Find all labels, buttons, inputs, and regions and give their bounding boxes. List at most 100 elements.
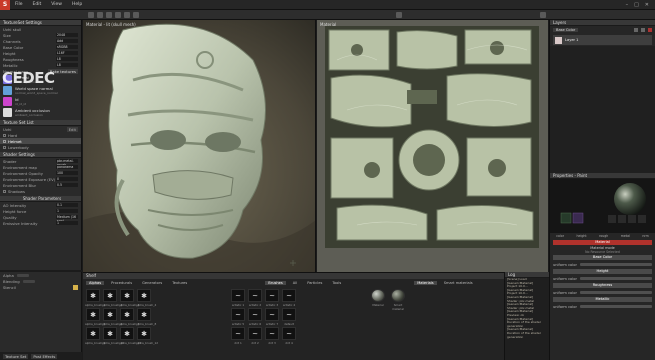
brush-thumbnail[interactable]: ~ xyxy=(231,308,245,321)
alpha-thumbnail[interactable]: ✱ xyxy=(137,289,151,302)
channel-toggle[interactable]: nrm xyxy=(642,234,648,238)
param-value[interactable]: L8 xyxy=(56,57,78,61)
tab-materials[interactable]: Materials xyxy=(414,280,437,285)
brush-thumbnail[interactable]: ~ xyxy=(282,289,296,302)
alpha-thumbnail[interactable]: ✱ xyxy=(103,289,117,302)
channel-toggle[interactable]: height xyxy=(576,234,586,238)
metallic-value[interactable]: uniform color xyxy=(550,303,655,310)
shader-row-value[interactable]: 100 xyxy=(56,171,78,175)
brush-thumbnail[interactable]: ~ xyxy=(248,327,262,340)
value-slider[interactable] xyxy=(579,291,652,294)
alpha-thumbnail[interactable]: ✱ xyxy=(137,327,151,340)
shader-row[interactable]: Shadows xyxy=(0,188,81,194)
tab-alphas[interactable]: Alphas xyxy=(86,280,105,285)
shader-param-value[interactable]: 1 xyxy=(56,221,78,225)
value-slider[interactable] xyxy=(579,305,652,308)
clone-tool-icon[interactable] xyxy=(124,12,130,18)
menu-view[interactable]: View xyxy=(46,2,67,7)
shader-param-value[interactable]: 0.1 xyxy=(56,203,78,207)
view-mode-icon[interactable] xyxy=(396,12,402,18)
alpha-thumbnail[interactable]: ✱ xyxy=(103,327,117,340)
value-slider[interactable] xyxy=(579,263,652,266)
brush-thumbnail[interactable]: ~ xyxy=(248,308,262,321)
blending-slider[interactable] xyxy=(22,279,35,283)
map-slot-id[interactable]: Id id_id_id xyxy=(0,96,81,107)
param-value[interactable]: L16F xyxy=(56,51,78,55)
alpha-thumbnail[interactable]: ✱ xyxy=(120,327,134,340)
viewport-3d[interactable]: Material - lit (skull mesh) xyxy=(83,20,316,272)
param-value[interactable]: 2048 xyxy=(56,33,78,37)
param-value[interactable]: L8 xyxy=(56,63,78,67)
channel-toggle[interactable]: rough xyxy=(599,234,608,238)
stencil-swatch[interactable] xyxy=(73,284,78,290)
brush-thumbnail[interactable]: ~ xyxy=(282,308,296,321)
tab-textures[interactable]: Textures xyxy=(169,281,190,285)
param-value[interactable]: Add xyxy=(56,39,78,43)
tab-generators[interactable]: Generators xyxy=(139,281,165,285)
height-section[interactable]: Height xyxy=(553,269,652,274)
picker-tool-icon[interactable] xyxy=(133,12,139,18)
roughness-value[interactable]: uniform color xyxy=(550,289,655,296)
material-ball-thumbnail[interactable] xyxy=(391,289,405,302)
tab-all[interactable]: All xyxy=(290,281,300,285)
layer-row[interactable]: Layer 1 xyxy=(553,35,652,45)
add-folder-icon[interactable] xyxy=(641,28,645,32)
channel-toggle[interactable]: metal xyxy=(621,234,630,238)
shadows-checkbox[interactable] xyxy=(3,189,6,193)
brush-thumbnail[interactable]: ~ xyxy=(231,327,245,340)
eraser-tool-icon[interactable] xyxy=(97,12,103,18)
metallic-section[interactable]: Metallic xyxy=(553,297,652,302)
alpha-thumbnail[interactable]: ✱ xyxy=(86,327,100,340)
viewport-2d-uv[interactable]: Material xyxy=(317,20,548,272)
brush-thumbnail[interactable]: ~ xyxy=(282,327,296,340)
minimize-button[interactable]: – xyxy=(626,2,629,8)
alpha-slider[interactable] xyxy=(16,273,29,277)
brush-thumbnail[interactable]: ~ xyxy=(265,327,279,340)
tab-tools[interactable]: Tools xyxy=(329,281,344,285)
alpha-thumbnail[interactable]: ✱ xyxy=(103,308,117,321)
close-button[interactable]: ✕ xyxy=(645,2,649,8)
shader-param-row[interactable]: Emissive Intensity 1 xyxy=(0,220,81,226)
shader-param-value[interactable]: Medium (16 spp) xyxy=(56,215,78,223)
brush-thumbnail[interactable]: ~ xyxy=(265,308,279,321)
map-slot-ao[interactable]: Ambient occlusion ambient_occlusion xyxy=(0,107,81,118)
visibility-checkbox[interactable] xyxy=(3,133,6,137)
brush-thumbnail[interactable]: ~ xyxy=(248,289,262,302)
shader-row-value[interactable]: 0.5 xyxy=(56,183,78,187)
tab-smart-materials[interactable]: Smart materials xyxy=(441,281,476,285)
camera-icon[interactable] xyxy=(540,12,546,18)
texture-set-tab[interactable]: Texture Set xyxy=(3,353,29,359)
base-color-section[interactable]: Base Color xyxy=(553,255,652,260)
smudge-tool-icon[interactable] xyxy=(115,12,121,18)
tab-particles[interactable]: Particles xyxy=(304,281,325,285)
stencil-row[interactable]: Stencil xyxy=(0,284,81,290)
shader-param-value[interactable]: 1 xyxy=(56,209,78,213)
delete-layer-icon[interactable] xyxy=(648,28,652,32)
menu-file[interactable]: File xyxy=(10,2,28,7)
height-value[interactable]: uniform color xyxy=(550,275,655,282)
alpha-thumbnail[interactable]: ✱ xyxy=(86,308,100,321)
material-ball-thumbnail[interactable] xyxy=(371,289,385,302)
alpha-thumbnail[interactable]: ✱ xyxy=(86,289,100,302)
alpha-thumbnail[interactable]: ✱ xyxy=(120,289,134,302)
menu-edit[interactable]: Edit xyxy=(28,2,47,7)
edit-button[interactable]: Edit xyxy=(66,126,78,132)
texture-set-item[interactable]: Lowerbody xyxy=(0,144,81,150)
add-layer-icon[interactable] xyxy=(634,28,638,32)
post-effects-tab[interactable]: Post Effects xyxy=(31,353,58,359)
shader-row-value[interactable]: panorama xyxy=(56,165,78,169)
shader-row-value[interactable]: pbr-metal-rough xyxy=(56,159,78,167)
channel-toggle[interactable]: color xyxy=(556,234,564,238)
paint-tool-icon[interactable] xyxy=(88,12,94,18)
visibility-checkbox[interactable] xyxy=(3,139,6,143)
projection-tool-icon[interactable] xyxy=(106,12,112,18)
visibility-checkbox[interactable] xyxy=(3,145,6,149)
value-slider[interactable] xyxy=(579,277,652,280)
shader-row-value[interactable]: 0 xyxy=(56,177,78,181)
roughness-section[interactable]: Roughness xyxy=(553,283,652,288)
param-value[interactable]: sRGB8 xyxy=(56,45,78,49)
brush-thumbnail[interactable]: ~ xyxy=(231,289,245,302)
alpha-thumbnail[interactable]: ✱ xyxy=(120,308,134,321)
maximize-button[interactable]: □ xyxy=(634,2,639,8)
alpha-thumbnail[interactable]: ✱ xyxy=(137,308,151,321)
